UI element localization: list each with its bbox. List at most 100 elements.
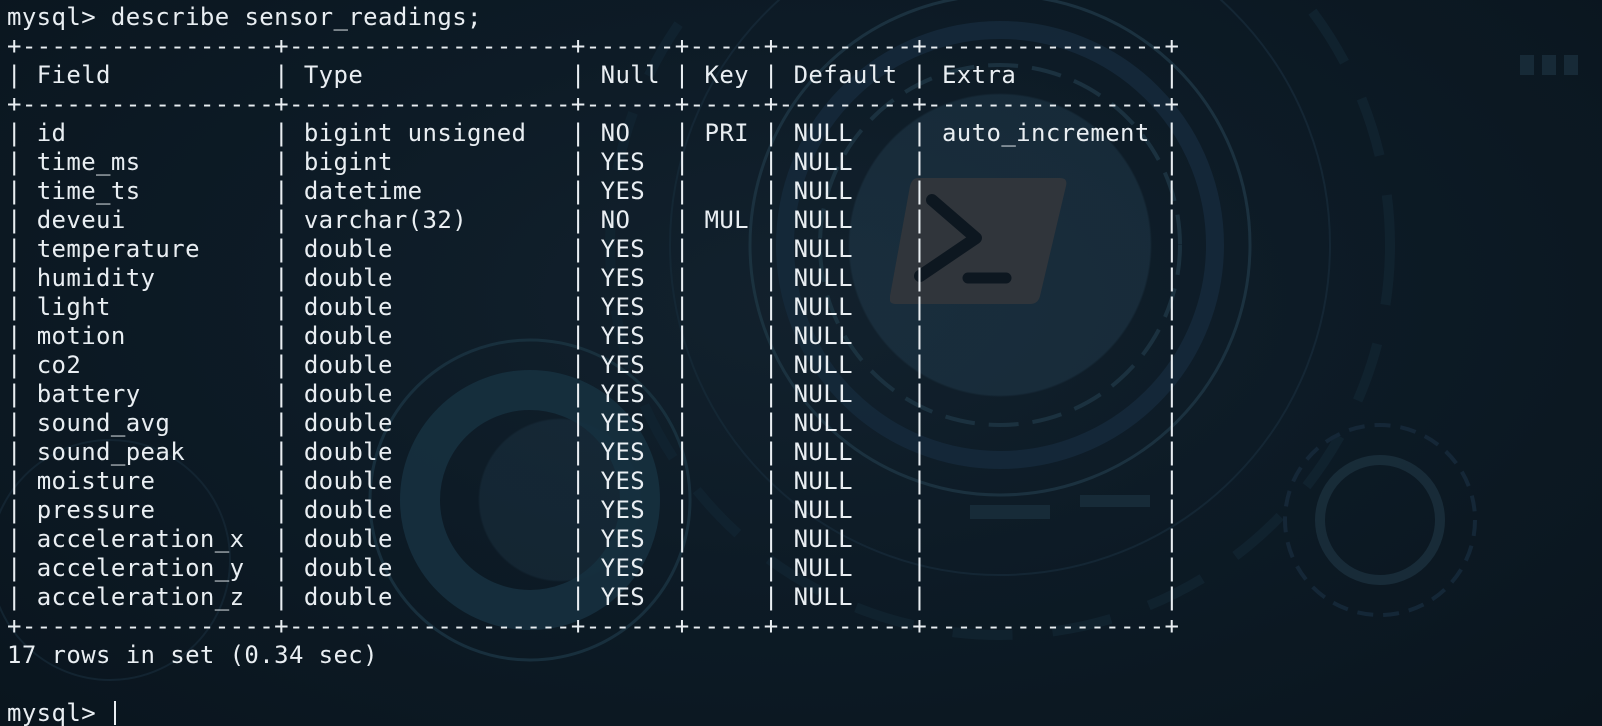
cell-extra: auto_increment [941, 119, 1150, 147]
cell-default: NULL [793, 525, 853, 553]
cell-null: YES [600, 380, 646, 408]
cell-default: NULL [793, 583, 853, 611]
cell-field: acceleration_y [36, 554, 245, 582]
cell-default: NULL [793, 351, 853, 379]
table-row: | motion | double | YES | | NULL | | [7, 322, 1180, 350]
cell-field: pressure [36, 496, 156, 524]
table-border-mid: +-----------------+-------------------+-… [7, 90, 1180, 118]
table-row: | acceleration_z | double | YES | | NULL… [7, 583, 1180, 611]
cell-type: double [303, 409, 393, 437]
cell-field: moisture [36, 467, 156, 495]
table-row: | time_ms | bigint | YES | | NULL | | [7, 148, 1180, 176]
cell-type: bigint [303, 148, 393, 176]
cell-null: YES [600, 293, 646, 321]
cell-null: YES [600, 177, 646, 205]
cell-type: double [303, 583, 393, 611]
text-cursor [113, 701, 116, 725]
table-row: | pressure | double | YES | | NULL | | [7, 496, 1180, 524]
cell-field: humidity [36, 264, 156, 292]
cell-type: double [303, 264, 393, 292]
cell-default: NULL [793, 496, 853, 524]
cell-null: NO [600, 119, 631, 147]
table-row: | time_ts | datetime | YES | | NULL | | [7, 177, 1180, 205]
cell-default: NULL [793, 409, 853, 437]
table-row: | sound_avg | double | YES | | NULL | | [7, 409, 1180, 437]
table-border-top: +-----------------+-------------------+-… [7, 32, 1180, 60]
header-default: Default [793, 61, 898, 89]
table-row: | moisture | double | YES | | NULL | | [7, 467, 1180, 495]
cell-default: NULL [793, 554, 853, 582]
cell-null: YES [600, 467, 646, 495]
cell-default: NULL [793, 322, 853, 350]
cell-key: PRI [704, 119, 750, 147]
table-row: | humidity | double | YES | | NULL | | [7, 264, 1180, 292]
cell-null: YES [600, 525, 646, 553]
cell-type: double [303, 293, 393, 321]
header-null: Null [600, 61, 660, 89]
cell-field: battery [36, 380, 141, 408]
cell-field: motion [36, 322, 126, 350]
cell-null: YES [600, 583, 646, 611]
cell-type: double [303, 496, 393, 524]
prompt: mysql> [7, 699, 97, 726]
cell-default: NULL [793, 380, 853, 408]
header-field: Field [36, 61, 111, 89]
table-row: | sound_peak | double | YES | | NULL | | [7, 438, 1180, 466]
command-text: describe sensor_readings; [110, 3, 482, 31]
cell-type: double [303, 554, 393, 582]
result-summary: 17 rows in set (0.34 sec) [7, 641, 378, 669]
cell-null: NO [600, 206, 631, 234]
cell-type: double [303, 351, 393, 379]
terminal-output: mysql> describe sensor_readings; +-------… [7, 3, 1179, 726]
table-header-row: | Field | Type | Null | Key | Default | … [7, 61, 1180, 89]
cell-default: NULL [793, 264, 853, 292]
cell-type: double [303, 525, 393, 553]
table-row: | id | bigint unsigned | NO | PRI | NULL… [7, 119, 1180, 147]
header-key: Key [704, 61, 750, 89]
header-type: Type [303, 61, 364, 89]
cell-type: double [303, 467, 393, 495]
terminal-window[interactable]: mysql> describe sensor_readings; +-------… [0, 0, 1602, 726]
cell-null: YES [600, 409, 646, 437]
table-row: | battery | double | YES | | NULL | | [7, 380, 1180, 408]
cell-field: time_ms [36, 148, 141, 176]
cell-field: time_ts [36, 177, 141, 205]
prompt: mysql> [7, 3, 97, 31]
cell-default: NULL [793, 119, 853, 147]
input-line[interactable]: mysql> [7, 699, 1179, 726]
cell-default: NULL [793, 148, 853, 176]
cell-field: sound_avg [36, 409, 171, 437]
table-border-bottom: +-----------------+-------------------+-… [7, 612, 1180, 640]
cell-type: double [303, 235, 393, 263]
cell-default: NULL [793, 438, 853, 466]
table-row: | acceleration_x | double | YES | | NULL… [7, 525, 1180, 553]
cell-type: bigint unsigned [303, 119, 527, 147]
cell-default: NULL [793, 177, 853, 205]
cell-field: light [36, 293, 111, 321]
cell-null: YES [600, 322, 646, 350]
cell-key: MUL [704, 206, 750, 234]
cell-default: NULL [793, 235, 853, 263]
cell-field: acceleration_z [36, 583, 245, 611]
cell-type: double [303, 380, 393, 408]
cell-null: YES [600, 496, 646, 524]
cell-field: acceleration_x [36, 525, 245, 553]
cell-default: NULL [793, 467, 853, 495]
table-row: | temperature | double | YES | | NULL | … [7, 235, 1180, 263]
cell-default: NULL [793, 293, 853, 321]
cell-null: YES [600, 351, 646, 379]
cell-field: temperature [36, 235, 200, 263]
cell-type: double [303, 322, 393, 350]
cell-null: YES [600, 235, 646, 263]
cell-type: double [303, 438, 393, 466]
table-row: | light | double | YES | | NULL | | [7, 293, 1180, 321]
cell-field: co2 [36, 351, 82, 379]
command-line: mysql> describe sensor_readings; [7, 3, 1179, 32]
header-extra: Extra [941, 61, 1017, 89]
table-row: | co2 | double | YES | | NULL | | [7, 351, 1180, 379]
cell-field: deveui [36, 206, 126, 234]
table-body: | id | bigint unsigned | NO | PRI | NULL… [7, 119, 1179, 612]
cell-null: YES [600, 554, 646, 582]
cell-null: YES [600, 148, 646, 176]
